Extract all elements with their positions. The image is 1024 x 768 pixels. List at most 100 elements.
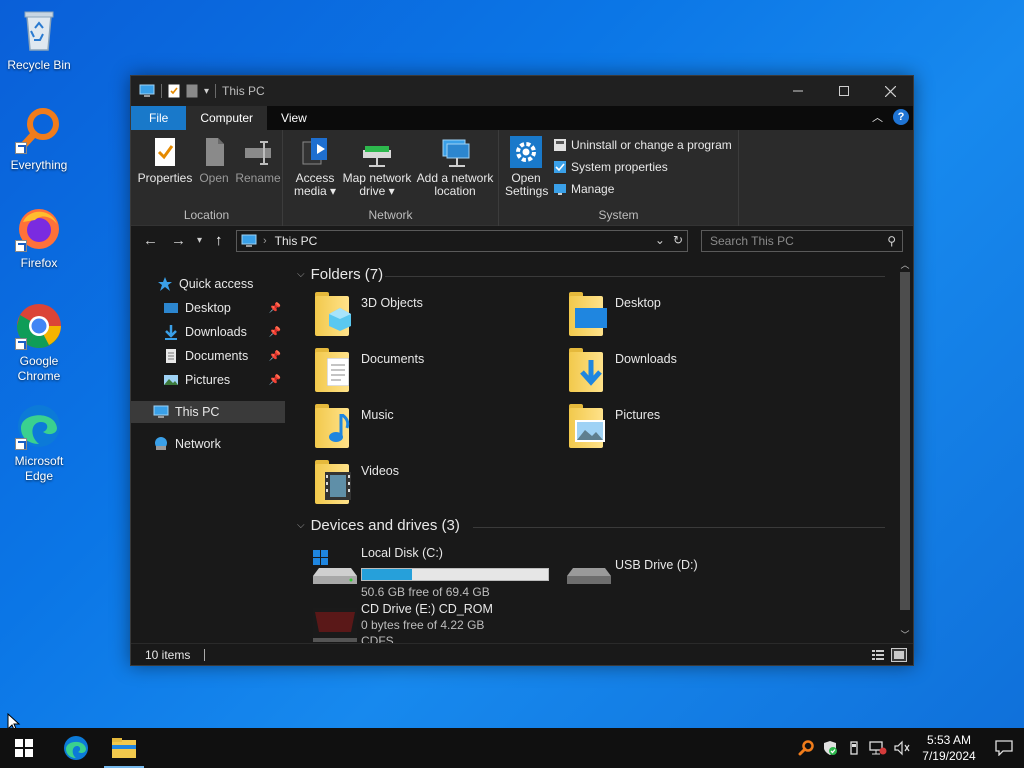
add-network-location-button[interactable]: Add a network location [415,136,495,198]
properties-quick-icon[interactable] [168,84,180,98]
pin-icon[interactable]: 📌 [269,303,281,314]
documents-icon [166,349,176,363]
desktop-icon-edge[interactable]: Microsoft Edge [4,402,74,484]
folder-videos-icon [311,456,359,504]
folder-tile-music[interactable]: Music [311,400,561,452]
search-input[interactable]: Search This PC ⚲ [701,230,903,252]
pin-icon[interactable]: 📌 [269,351,281,362]
tab-view[interactable]: View [267,106,321,130]
breadcrumb-chevron-icon[interactable]: › [263,235,267,247]
refresh-icon[interactable]: ↻ [673,233,683,247]
add-location-label-2: location [434,184,476,198]
taskbar-file-explorer[interactable] [100,728,148,768]
capacity-fill [362,569,413,580]
notification-center-button[interactable] [984,728,1024,768]
scroll-thumb[interactable] [900,272,910,610]
maximize-button[interactable] [821,76,867,106]
pin-icon[interactable]: 📌 [269,375,281,386]
close-button[interactable] [867,76,913,106]
desktop-icon-label: Recycle Bin [7,58,71,72]
content-pane: ⌵ Folders (7) 3D Objects Desktop Documen… [289,256,899,648]
add-network-location-icon [439,136,471,168]
scroll-down-icon[interactable]: ﹀ [897,628,913,641]
this-pc-icon [139,84,155,97]
view-toggle [871,648,907,662]
manage-button[interactable]: Manage [553,182,614,196]
ribbon-right-controls: ︿ ? [872,109,909,125]
back-arrow-icon[interactable]: ← [143,232,158,249]
desktop-icon-recycle-bin[interactable]: Recycle Bin [4,6,74,73]
nav-this-pc[interactable]: This PC [131,401,285,423]
map-drive-label-1: Map network [342,171,412,185]
details-view-icon[interactable] [871,648,885,662]
desktop-icon-label: Everything [10,158,68,172]
folder-name: Videos [361,464,399,478]
folder-name: Music [361,408,394,422]
drive-tile-usb-d[interactable]: USB Drive (D:) [565,546,815,598]
system-properties-button[interactable]: System properties [553,160,668,174]
desktop-icon-everything[interactable]: Everything [4,106,74,173]
drives-group-header[interactable]: ⌵ Devices and drives (3) [297,517,460,534]
customize-toolbar-icon[interactable]: ▾ [204,86,209,97]
forward-arrow-icon[interactable]: → [171,232,186,249]
taskbar: 5:53 AM 7/19/2024 [0,728,1024,768]
ribbon-group-label: Network [368,208,413,222]
rename-button[interactable]: Rename [235,136,281,185]
access-media-button[interactable]: Access media ▾ [291,136,339,198]
folder-tile-desktop[interactable]: Desktop [565,288,815,340]
open-button[interactable]: Open [195,136,233,185]
nav-desktop[interactable]: Desktop 📌 [131,297,285,319]
folder-downloads-icon [565,344,613,392]
minimize-button[interactable] [775,76,821,106]
recent-locations-chevron-icon[interactable]: ▾ [197,235,202,246]
nav-pictures[interactable]: Pictures 📌 [131,369,285,391]
clock[interactable]: 5:53 AM 7/19/2024 [914,732,984,764]
start-button[interactable] [0,728,48,768]
folder-tile-pictures[interactable]: Pictures [565,400,815,452]
nav-network[interactable]: Network [131,433,285,455]
nav-downloads[interactable]: Downloads 📌 [131,321,285,343]
drive-tile-local-disk-c[interactable]: Local Disk (C:) 50.6 GB free of 69.4 GB [311,546,561,599]
desktop-icon-chrome[interactable]: Google Chrome [4,302,74,384]
open-settings-label-1: Open [511,171,541,185]
collapse-ribbon-icon[interactable]: ︿ [872,109,883,125]
nav-quick-access[interactable]: Quick access [131,273,285,295]
folder-tile-downloads[interactable]: Downloads [565,344,815,396]
map-network-drive-button[interactable]: Map network drive ▾ [339,136,415,198]
properties-button[interactable]: Properties [137,136,193,185]
usb-drive-icon [565,546,613,594]
tab-computer[interactable]: Computer [186,106,268,130]
up-arrow-icon[interactable]: ↑ [215,232,223,249]
new-folder-quick-icon[interactable] [186,84,198,98]
desktop-icon-firefox[interactable]: Firefox [4,204,74,271]
windows-security-icon[interactable] [818,728,842,768]
folder-tile-3d-objects[interactable]: 3D Objects [311,288,561,340]
volume-muted-icon[interactable] [890,728,914,768]
folder-tile-documents[interactable]: Documents [311,344,561,396]
nav-documents[interactable]: Documents 📌 [131,345,285,367]
folder-name: 3D Objects [361,296,423,310]
ribbon-group-label: System [598,208,639,222]
map-drive-label-2: drive ▾ [359,184,395,198]
title-bar[interactable]: ▾ This PC [131,76,913,106]
open-settings-button[interactable]: Open Settings [505,136,548,198]
help-icon[interactable]: ? [893,109,909,125]
usb-device-icon[interactable] [842,728,866,768]
scroll-up-icon[interactable]: ︿ [897,258,913,271]
address-bar[interactable]: › This PC ⌄ ↻ [236,230,688,252]
pin-icon[interactable]: 📌 [269,327,281,338]
folders-group-header[interactable]: ⌵ Folders (7) [297,266,383,283]
everything-tray-icon[interactable] [794,728,818,768]
tab-file[interactable]: File [131,106,187,130]
nav-label: Desktop [185,301,231,315]
vertical-scrollbar[interactable]: ︿ ﹀ [897,256,913,642]
network-status-icon[interactable] [866,728,890,768]
address-dropdown-icon[interactable]: ⌄ [655,233,665,247]
collapse-chevron-icon[interactable]: ⌵ [297,520,305,531]
collapse-chevron-icon[interactable]: ⌵ [297,269,305,280]
breadcrumb-this-pc[interactable]: This PC [275,234,318,248]
uninstall-program-button[interactable]: Uninstall or change a program [553,138,732,152]
taskbar-edge[interactable] [52,728,100,768]
large-icons-view-icon[interactable] [891,648,907,662]
folder-tile-videos[interactable]: Videos [311,456,561,508]
